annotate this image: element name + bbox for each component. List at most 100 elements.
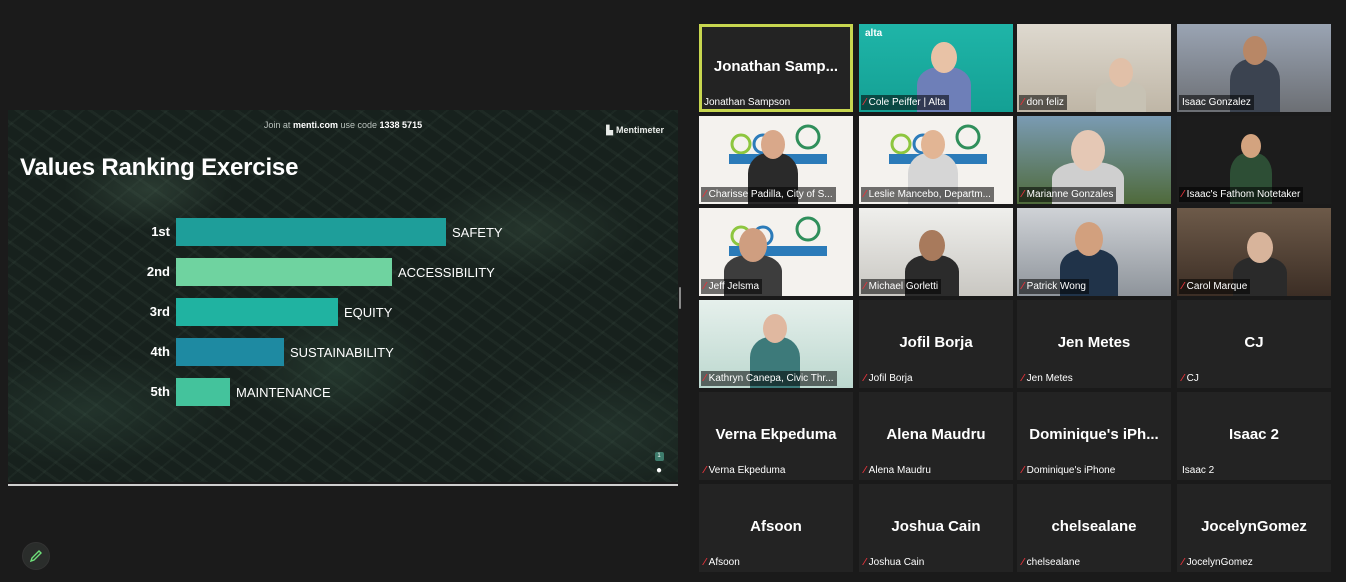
participant-face (1243, 36, 1267, 65)
participant-tile[interactable]: Verna Ekpeduma ⁄ Verna Ekpeduma (699, 392, 853, 480)
participant-name: Joshua Cain (868, 557, 925, 568)
participant-display-name: Afsoon (750, 518, 802, 535)
mentimeter-icon: ▙ (606, 125, 613, 135)
muted-mic-icon: ⁄ (704, 465, 706, 476)
muted-mic-icon: ⁄ (704, 189, 706, 200)
participant-counter: 1 ● (652, 452, 666, 476)
participant-name-tag: ⁄ Jofil Borja (861, 371, 916, 386)
person-icon: ● (655, 465, 663, 476)
participant-face (931, 42, 957, 74)
rank-bar (176, 378, 230, 406)
participant-tile[interactable]: Jofil Borja ⁄ Jofil Borja (859, 300, 1013, 388)
participant-tile[interactable]: ⁄ Jeff Jelsma (699, 208, 853, 296)
muted-mic-icon: ⁄ (1182, 373, 1184, 384)
muted-mic-icon: ⁄ (1182, 281, 1184, 292)
participant-name-tag: ⁄ chelsealane (1019, 555, 1083, 570)
rank-row: 4th SUSTAINABILITY (8, 338, 678, 366)
participant-name-tag: ⁄ Isaac's Fathom Notetaker (1179, 187, 1304, 202)
participant-name-tag: Jonathan Sampson (701, 95, 793, 110)
participant-tile[interactable]: ⁄ Leslie Mancebo, Departm... (859, 116, 1013, 204)
participant-tile[interactable]: Joshua Cain ⁄ Joshua Cain (859, 484, 1013, 572)
rank-label: 4th (150, 344, 171, 359)
rank-label: 5th (150, 384, 171, 399)
split-view-handle[interactable] (679, 287, 681, 309)
participant-name-tag: ⁄ Jeff Jelsma (701, 279, 763, 294)
participant-display-name: chelsealane (1051, 518, 1137, 535)
participant-face (1109, 58, 1133, 87)
participant-name: Michael Gorletti (868, 281, 939, 292)
annotate-button[interactable] (22, 542, 50, 570)
muted-mic-icon: ⁄ (704, 373, 706, 384)
participant-face (761, 130, 785, 159)
participant-tile[interactable]: chelsealane ⁄ chelsealane (1017, 484, 1171, 572)
rank-row: 2nd ACCESSIBILITY (8, 258, 678, 286)
participant-tile[interactable]: ⁄ Isaac's Fathom Notetaker (1177, 116, 1331, 204)
slide-divider (8, 484, 678, 486)
join-prefix: Join at (263, 120, 291, 130)
participant-tile[interactable]: ⁄ don feliz (1017, 24, 1171, 112)
participant-tile[interactable]: ⁄ Patrick Wong (1017, 208, 1171, 296)
brand-name: Mentimeter (615, 125, 664, 135)
participant-tile[interactable]: Isaac Gonzalez (1177, 24, 1331, 112)
participant-count-badge: 1 (654, 452, 664, 461)
muted-mic-icon: ⁄ (1022, 189, 1024, 200)
muted-mic-icon: ⁄ (864, 557, 866, 568)
muted-mic-icon: ⁄ (704, 281, 706, 292)
participant-tile[interactable]: ⁄ Charisse Padilla, City of S... (699, 116, 853, 204)
join-instructions: Join at menti.com use code 1338 5715 (8, 120, 678, 130)
participant-face (763, 314, 787, 343)
participant-tile[interactable]: Alena Maudru ⁄ Alena Maudru (859, 392, 1013, 480)
participant-tile[interactable]: CJ ⁄ CJ (1177, 300, 1331, 388)
participant-display-name: Jen Metes (1057, 334, 1131, 351)
participant-display-name: Jonathan Samp... (713, 58, 839, 75)
muted-mic-icon: ⁄ (864, 465, 866, 476)
participant-tile[interactable]: JocelynGomez ⁄ JocelynGomez (1177, 484, 1331, 572)
participant-name: Marianne Gonzales (1026, 189, 1114, 200)
participant-display-name: JocelynGomez (1201, 518, 1307, 535)
participant-name-tag: Isaac 2 (1179, 463, 1217, 478)
participant-tile[interactable]: ⁄ Michael Gorletti (859, 208, 1013, 296)
muted-mic-icon: ⁄ (1182, 557, 1184, 568)
participant-name-tag: ⁄ Afsoon (701, 555, 743, 570)
participant-tile[interactable]: Jen Metes ⁄ Jen Metes (1017, 300, 1171, 388)
muted-mic-icon: ⁄ (864, 281, 866, 292)
participant-tile[interactable]: Afsoon ⁄ Afsoon (699, 484, 853, 572)
muted-mic-icon: ⁄ (1022, 465, 1024, 476)
muted-mic-icon: ⁄ (864, 373, 866, 384)
muted-mic-icon: ⁄ (1022, 97, 1024, 108)
join-code: 1338 5715 (379, 120, 423, 130)
rank-label: 1st (151, 224, 170, 239)
participant-tile[interactable]: ⁄ Marianne Gonzales (1017, 116, 1171, 204)
participant-name-tag: ⁄ don feliz (1019, 95, 1067, 110)
participant-tile[interactable]: Isaac 2 Isaac 2 (1177, 392, 1331, 480)
participant-name: Dominique's iPhone (1026, 465, 1116, 476)
rank-row: 5th MAINTENANCE (8, 378, 678, 406)
muted-mic-icon: ⁄ (704, 557, 706, 568)
participant-name: CJ (1186, 373, 1199, 384)
muted-mic-icon: ⁄ (1182, 189, 1184, 200)
participant-tile[interactable]: alta ⁄ Cole Peiffer | Alta (859, 24, 1013, 112)
participant-name-tag: ⁄ Patrick Wong (1019, 279, 1089, 294)
participant-name: Jeff Jelsma (708, 281, 760, 292)
participant-name: Isaac's Fathom Notetaker (1186, 189, 1301, 200)
participant-name: chelsealane (1026, 557, 1081, 568)
participant-name: Alena Maudru (868, 465, 931, 476)
participant-name-tag: ⁄ JocelynGomez (1179, 555, 1256, 570)
mentimeter-slide: Join at menti.com use code 1338 5715 ▙ Me… (8, 110, 678, 482)
participant-tile[interactable]: Dominique's iPh... ⁄ Dominique's iPhone (1017, 392, 1171, 480)
participant-name-tag: ⁄ Carol Marque (1179, 279, 1251, 294)
join-code-label: use code (340, 120, 378, 130)
rank-value-label: ACCESSIBILITY (398, 265, 495, 280)
participant-name-tag: ⁄ Cole Peiffer | Alta (861, 95, 949, 110)
participant-tile[interactable]: ⁄ Kathryn Canepa, Civic Thr... (699, 300, 853, 388)
participant-name: Jofil Borja (868, 373, 913, 384)
participant-name: Patrick Wong (1026, 281, 1086, 292)
participant-name: don feliz (1026, 97, 1064, 108)
rank-label: 2nd (146, 264, 170, 279)
participant-name: Isaac Gonzalez (1182, 97, 1251, 108)
participant-tile[interactable]: ⁄ Carol Marque (1177, 208, 1331, 296)
participant-face (1071, 130, 1105, 171)
participant-tile[interactable]: Jonathan Samp... Jonathan Sampson (699, 24, 853, 112)
participant-name-tag: ⁄ Alena Maudru (861, 463, 934, 478)
mentimeter-logo: ▙ Mentimeter (606, 125, 664, 136)
